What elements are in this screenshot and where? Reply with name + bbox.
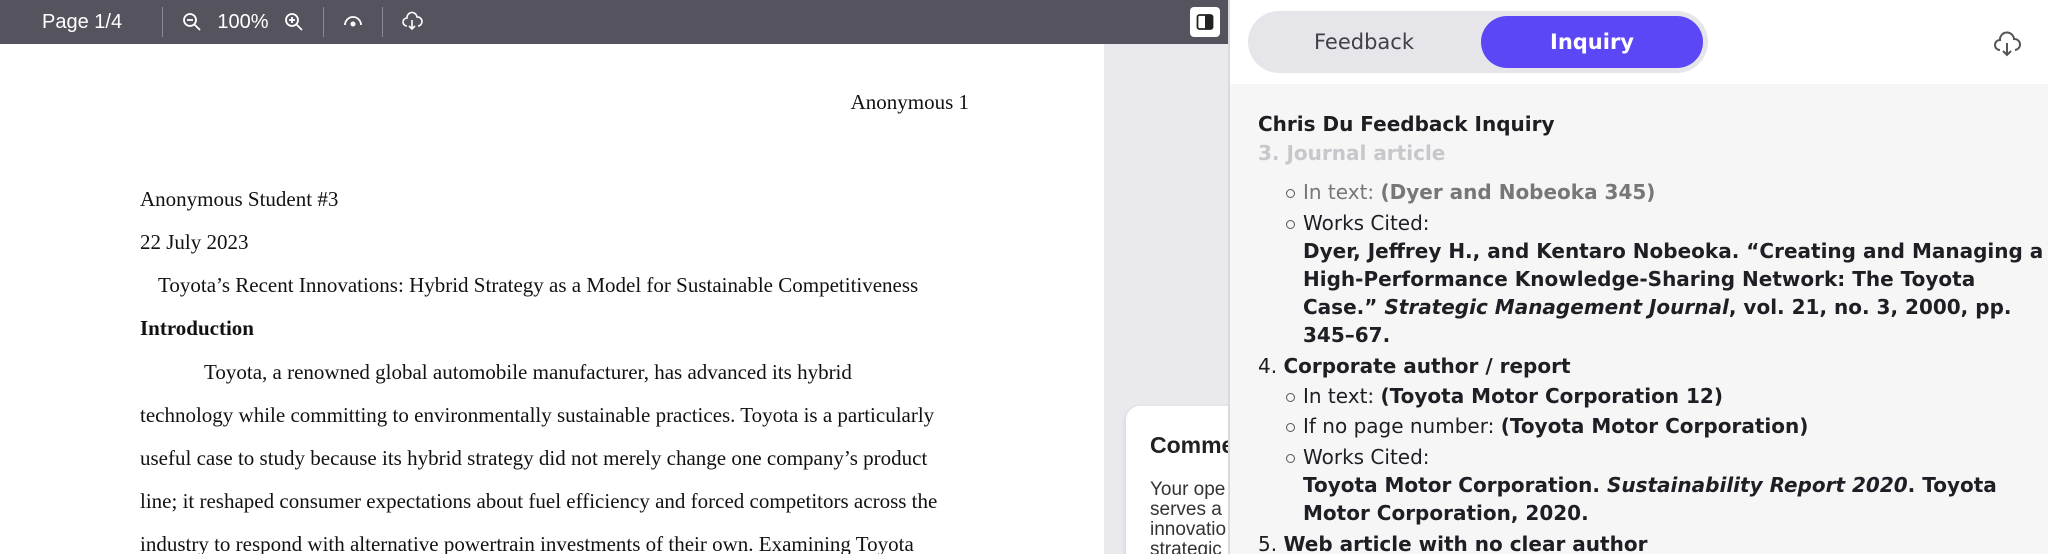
comment-line: Your ope <box>1150 479 1226 500</box>
body-line: technology while committing to environme… <box>140 403 935 427</box>
read-mode-button[interactable] <box>338 7 368 37</box>
author-line: Anonymous Student #3 <box>140 187 339 211</box>
cloud-download-icon <box>402 11 423 31</box>
tab-feedback[interactable]: Feedback <box>1253 16 1475 68</box>
citation-line: High-Performance Knowledge-Sharing Netwo… <box>1303 267 1976 291</box>
citation-line: Toyota Motor Corporation. Sustainability… <box>1303 473 1997 497</box>
comment-line: strategic <box>1150 539 1222 554</box>
in-text-row: In text: (Toyota Motor Corporation 12) <box>1303 384 1723 408</box>
works-cited-label: Works Cited: <box>1303 445 1430 469</box>
body-line: useful case to study because its hybrid … <box>140 446 928 470</box>
zoom-in-icon <box>285 13 303 31</box>
zoom-in-button[interactable] <box>279 7 309 37</box>
read-mode-icon <box>344 16 362 27</box>
body-line: Toyota, a renowned global automobile man… <box>204 360 852 384</box>
paper-title: Toyota’s Recent Innovations: Hybrid Stra… <box>158 273 919 297</box>
tab-inquiry[interactable]: Inquiry <box>1481 16 1703 68</box>
toolbar-divider <box>162 7 163 37</box>
bullet-icon <box>1286 423 1295 432</box>
zoom-out-icon <box>183 13 201 31</box>
document-page: Anonymous 1 Anonymous Student #3 22 July… <box>0 44 1104 554</box>
citation-line: Dyer, Jeffrey H., and Kentaro Nobeoka. “… <box>1303 239 2044 263</box>
inquiry-content: 3. Journal article Chris Du Feedback Inq… <box>1230 84 2048 554</box>
pdf-toolbar: Page 1/4 100% <box>0 0 1228 44</box>
sidebar-header: Feedback Inquiry <box>1230 0 2048 84</box>
feedback-sidebar: Feedback Inquiry 3. Journal article Chri… <box>1228 0 2048 554</box>
body-line: industry to respond with alternative pow… <box>140 532 914 554</box>
running-header: Anonymous 1 <box>850 90 969 114</box>
date-line: 22 July 2023 <box>140 230 249 254</box>
toolbar-divider <box>323 7 324 37</box>
download-button[interactable] <box>397 7 427 37</box>
citation-line: Case.” Strategic Management Journal, vol… <box>1303 295 2012 319</box>
comment-card[interactable]: Comme Your ope serves a innovatio strate… <box>1126 406 1228 554</box>
works-cited-label: Works Cited: <box>1303 211 1430 235</box>
zoom-out-button[interactable] <box>177 7 207 37</box>
bullet-icon <box>1286 454 1295 463</box>
cloud-download-icon[interactable] <box>1992 30 2022 60</box>
toolbar-divider <box>382 7 383 37</box>
comment-line: innovatio <box>1150 519 1227 540</box>
bullet-icon <box>1286 393 1295 402</box>
in-text-row: In text: (Dyer and Nobeoka 345) <box>1303 180 1656 204</box>
inquiry-heading: Chris Du Feedback Inquiry <box>1258 112 1555 136</box>
list-item-faded: 3. Journal article <box>1258 141 1446 165</box>
list-item-heading: 5. Web article with no clear author <box>1258 532 1648 554</box>
comment-line: serves a <box>1150 499 1222 520</box>
toggle-sidebar-button[interactable] <box>1190 7 1220 37</box>
page-indicator: Page 1/4 <box>42 10 123 33</box>
section-heading: Introduction <box>140 316 254 340</box>
list-item-heading: 4. Corporate author / report <box>1258 354 1571 378</box>
citation-line: 345–67. <box>1303 323 1391 347</box>
pdf-viewer: Page 1/4 100% Anonymous 1 Anonymous Stud… <box>0 0 1228 554</box>
sidebar-panel-icon <box>1196 14 1214 30</box>
body-line: line; it reshaped consumer expectations … <box>140 489 938 513</box>
comment-body: Your ope serves a innovatio strategic <box>1150 480 1228 554</box>
bullet-icon <box>1286 189 1295 198</box>
comment-title: Comme <box>1150 432 1228 458</box>
tab-switcher: Feedback Inquiry <box>1248 11 1708 73</box>
no-page-row: If no page number: (Toyota Motor Corpora… <box>1303 414 1809 438</box>
citation-line: Motor Corporation, 2020. <box>1303 501 1589 525</box>
zoom-level: 100% <box>217 10 269 33</box>
bullet-icon <box>1286 220 1295 229</box>
